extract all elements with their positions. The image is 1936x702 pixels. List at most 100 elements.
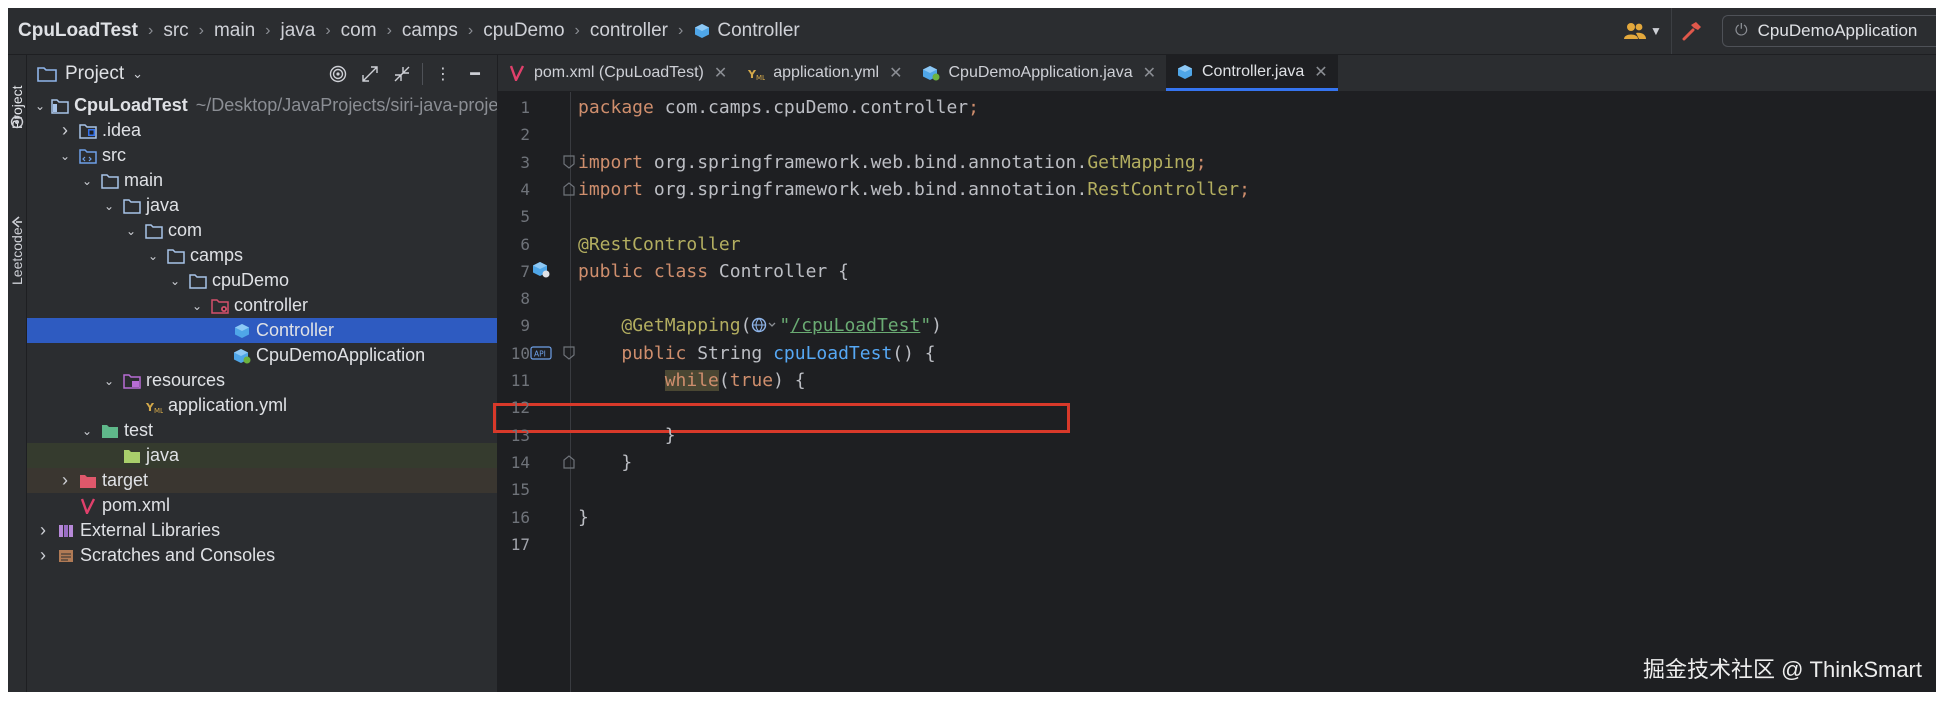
- api-endpoint-icon[interactable]: API: [530, 344, 552, 360]
- fold-icon[interactable]: [562, 454, 578, 470]
- code-line[interactable]: 1 package com.camps.cpuDemo.controller;: [498, 94, 1936, 121]
- close-icon[interactable]: ✕: [1314, 62, 1327, 82]
- code-line[interactable]: 2: [498, 121, 1936, 148]
- code-line[interactable]: 15: [498, 476, 1936, 503]
- chevron-down-icon[interactable]: ⌄: [57, 149, 73, 163]
- code-line[interactable]: 8: [498, 285, 1936, 312]
- code-line[interactable]: 11 while(true) {: [498, 367, 1936, 394]
- breadcrumb-item[interactable]: CpuLoadTest: [18, 20, 138, 42]
- breadcrumb-item[interactable]: main: [214, 20, 255, 42]
- fold-icon[interactable]: [562, 345, 578, 361]
- hide-panel-button[interactable]: ━: [459, 58, 491, 90]
- close-icon[interactable]: ✕: [1143, 63, 1156, 83]
- tree-item-java[interactable]: ›java: [27, 443, 497, 468]
- editor-tab[interactable]: CpuDemoApplication.java ✕: [912, 55, 1166, 91]
- code-line[interactable]: 3 import org.springframework.web.bind.ann…: [498, 149, 1936, 176]
- tree-item-controller[interactable]: ›Controller: [27, 318, 497, 343]
- chevron-right-icon[interactable]: ›: [57, 470, 73, 491]
- chevron-down-icon[interactable]: ⌄: [101, 199, 117, 213]
- tree-item-resources[interactable]: ⌄ resources: [27, 368, 497, 393]
- chevron-right-icon[interactable]: ›: [35, 545, 51, 566]
- tree-item-controller[interactable]: ⌄ controller: [27, 293, 497, 318]
- code-line[interactable]: 4 import org.springframework.web.bind.ann…: [498, 176, 1936, 203]
- locate-file-button[interactable]: [322, 58, 354, 90]
- code-line[interactable]: 16}: [498, 504, 1936, 531]
- expand-all-button[interactable]: [354, 58, 386, 90]
- line-number: 10: [510, 343, 530, 363]
- folder-icon: [189, 273, 207, 289]
- chevron-down-icon[interactable]: ⌄: [189, 299, 205, 313]
- tree-item-cpudemo[interactable]: ⌄ cpuDemo: [27, 268, 497, 293]
- tree-item-com[interactable]: ⌄ com: [27, 218, 497, 243]
- fold-icon[interactable]: [562, 181, 578, 197]
- tree-item-external-libraries[interactable]: › External Libraries: [27, 518, 497, 543]
- editor-tab[interactable]: Controller.java ✕: [1166, 55, 1338, 91]
- tree-item-scratches-and-consoles[interactable]: › Scratches and Consoles: [27, 543, 497, 568]
- code-line[interactable]: 13 }: [498, 422, 1936, 449]
- web-endpoint-icon[interactable]: [751, 315, 779, 336]
- code-token: public class: [578, 260, 719, 282]
- tree-item-cpudemoapplication[interactable]: ›CpuDemoApplication: [27, 343, 497, 368]
- tree-item-pom-xml[interactable]: ›pom.xml: [27, 493, 497, 518]
- breadcrumb-item[interactable]: src: [163, 20, 188, 42]
- breadcrumb-item[interactable]: camps: [402, 20, 458, 42]
- build-button[interactable]: [1671, 8, 1712, 54]
- breadcrumb-item[interactable]: cpuDemo: [483, 20, 564, 42]
- tree-item-idea[interactable]: › .idea: [27, 118, 497, 143]
- fold-icon[interactable]: [562, 154, 578, 170]
- chevron-down-icon[interactable]: ⌄: [167, 274, 183, 288]
- code-token: while: [664, 370, 719, 391]
- code-with-me-button[interactable]: ▼: [1615, 8, 1671, 54]
- chevron-right-icon[interactable]: ›: [57, 120, 73, 141]
- chevron-down-icon[interactable]: ⌄: [145, 249, 161, 263]
- close-icon[interactable]: ✕: [889, 63, 902, 83]
- tree-item-application-yml[interactable]: ›YMLapplication.yml: [27, 393, 497, 418]
- breadcrumb-item[interactable]: java: [280, 20, 315, 42]
- tree-item-target[interactable]: › target: [27, 468, 497, 493]
- leetcode-icon: [11, 216, 22, 228]
- chevron-down-icon[interactable]: ⌄: [123, 224, 139, 238]
- code-token: ): [931, 315, 942, 337]
- code-editor[interactable]: 1 package com.camps.cpuDemo.controller; 2 3…: [493, 92, 1936, 692]
- code-line[interactable]: 17: [498, 531, 1936, 558]
- spring-bean-icon[interactable]: [532, 261, 550, 278]
- code-text: package com.camps.cpuDemo.controller;: [578, 97, 979, 118]
- leetcode-tool-tab[interactable]: Leetcode: [8, 195, 26, 285]
- chevron-down-icon[interactable]: ⌄: [79, 174, 95, 188]
- tree-item-src[interactable]: ⌄ src: [27, 143, 497, 168]
- code-line[interactable]: 6 @RestController: [498, 231, 1936, 258]
- code-line[interactable]: 12: [498, 394, 1936, 421]
- code-text: }: [578, 452, 632, 473]
- run-configuration-selector[interactable]: ⏻ CpuDemoApplication: [1722, 15, 1936, 47]
- code-line[interactable]: 14 }: [498, 449, 1936, 476]
- breadcrumb-label: com: [340, 20, 377, 41]
- tree-item-label: test: [124, 420, 154, 440]
- options-button[interactable]: ⋮: [427, 58, 459, 90]
- chevron-right-icon[interactable]: ›: [35, 520, 51, 541]
- tree-item-test[interactable]: ⌄ test: [27, 418, 497, 443]
- tree-item-label: target: [102, 470, 149, 490]
- code-line[interactable]: 10 public String cpuLoadTest() {: [498, 340, 1936, 367]
- chevron-down-icon[interactable]: ⌄: [35, 99, 45, 113]
- editor-tab[interactable]: pom.xml (CpuLoadTest) ✕: [498, 55, 737, 91]
- project-view-selector[interactable]: Project ⌄: [37, 63, 143, 85]
- tree-item-main[interactable]: ⌄ main: [27, 168, 497, 193]
- breadcrumb-item[interactable]: controller: [590, 20, 668, 42]
- tree-item-camps[interactable]: ⌄ camps: [27, 243, 497, 268]
- chevron-down-icon[interactable]: ⌄: [79, 424, 95, 438]
- collapse-all-button[interactable]: [386, 58, 418, 90]
- editor-tab[interactable]: Y ML application.yml ✕: [737, 55, 912, 91]
- breadcrumb-item[interactable]: Controller: [693, 20, 800, 42]
- code-line[interactable]: 5: [498, 203, 1936, 230]
- breadcrumb-item[interactable]: com: [341, 20, 377, 42]
- code-token: () {: [892, 342, 936, 364]
- code-line[interactable]: 9 @GetMapping("/cpuLoadTest"): [498, 312, 1936, 339]
- more-vertical-icon: ⋮: [435, 66, 451, 83]
- tree-item-cpuloadtest[interactable]: ⌄ CpuLoadTest ~/Desktop/JavaProjects/siri-…: [27, 93, 497, 118]
- navigation-bar: CpuLoadTest › src › main › java › com › camps › cpuD…: [8, 8, 1936, 55]
- leetcode-tool-tab-label: Leetcode: [9, 227, 25, 285]
- code-line[interactable]: 7 public class Controller {: [498, 258, 1936, 285]
- close-icon[interactable]: ✕: [714, 63, 727, 83]
- tree-item-java[interactable]: ⌄ java: [27, 193, 497, 218]
- chevron-down-icon[interactable]: ⌄: [101, 374, 117, 388]
